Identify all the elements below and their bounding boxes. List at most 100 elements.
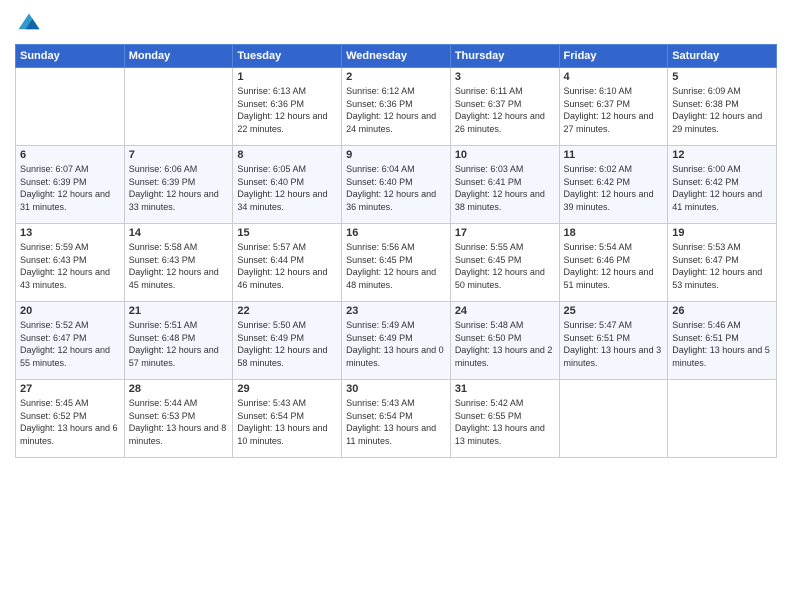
day-number: 8	[237, 149, 337, 161]
day-number: 11	[564, 149, 664, 161]
week-row-4: 27 Sunrise: 5:45 AM Sunset: 6:52 PM Dayli…	[16, 380, 777, 458]
day-number: 1	[237, 71, 337, 83]
day-info: Sunrise: 5:43 AM Sunset: 6:54 PM Dayligh…	[237, 397, 337, 447]
day-info: Sunrise: 5:53 AM Sunset: 6:47 PM Dayligh…	[672, 241, 772, 291]
header-saturday: Saturday	[668, 45, 777, 68]
day-number: 6	[20, 149, 120, 161]
day-info: Sunrise: 6:13 AM Sunset: 6:36 PM Dayligh…	[237, 85, 337, 135]
day-number: 18	[564, 227, 664, 239]
day-number: 7	[129, 149, 229, 161]
header-sunday: Sunday	[16, 45, 125, 68]
calendar-table: SundayMondayTuesdayWednesdayThursdayFrid…	[15, 44, 777, 458]
header-tuesday: Tuesday	[233, 45, 342, 68]
day-info: Sunrise: 5:59 AM Sunset: 6:43 PM Dayligh…	[20, 241, 120, 291]
day-cell: 26Sunrise: 5:46 AM Sunset: 6:51 PM Dayli…	[668, 302, 777, 380]
day-info: Sunrise: 6:12 AM Sunset: 6:36 PM Dayligh…	[346, 85, 446, 135]
day-info: Sunrise: 5:56 AM Sunset: 6:45 PM Dayligh…	[346, 241, 446, 291]
day-info: Sunrise: 6:09 AM Sunset: 6:38 PM Dayligh…	[672, 85, 772, 135]
logo	[15, 10, 47, 38]
day-cell: 30Sunrise: 5:43 AM Sunset: 6:54 PM Dayli…	[342, 380, 451, 458]
day-cell: 24Sunrise: 5:48 AM Sunset: 6:50 PM Dayli…	[450, 302, 559, 380]
day-number: 25	[564, 305, 664, 317]
day-cell	[668, 380, 777, 458]
day-info: Sunrise: 6:07 AM Sunset: 6:39 PM Dayligh…	[20, 163, 120, 213]
day-cell: 14 Sunrise: 5:58 AM Sunset: 6:43 PM Dayli…	[124, 224, 233, 302]
day-number: 4	[564, 71, 664, 83]
day-info: Sunrise: 5:45 AM Sunset: 6:52 PM Dayligh…	[20, 397, 120, 447]
day-cell: 28Sunrise: 5:44 AM Sunset: 6:53 PM Dayli…	[124, 380, 233, 458]
day-info: Sunrise: 5:52 AM Sunset: 6:47 PM Dayligh…	[20, 319, 120, 369]
header-row: SundayMondayTuesdayWednesdayThursdayFrid…	[16, 45, 777, 68]
calendar-header: SundayMondayTuesdayWednesdayThursdayFrid…	[16, 45, 777, 68]
day-number: 19	[672, 227, 772, 239]
day-cell: 4Sunrise: 6:10 AM Sunset: 6:37 PM Daylig…	[559, 68, 668, 146]
day-number: 20	[20, 305, 120, 317]
header-thursday: Thursday	[450, 45, 559, 68]
day-info: Sunrise: 6:11 AM Sunset: 6:37 PM Dayligh…	[455, 85, 555, 135]
day-info: Sunrise: 5:44 AM Sunset: 6:53 PM Dayligh…	[129, 397, 229, 447]
day-info: Sunrise: 6:00 AM Sunset: 6:42 PM Dayligh…	[672, 163, 772, 213]
day-cell: 19 Sunrise: 5:53 AM Sunset: 6:47 PM Dayli…	[668, 224, 777, 302]
day-cell: 23 Sunrise: 5:49 AM Sunset: 6:49 PM Dayli…	[342, 302, 451, 380]
day-cell: 13Sunrise: 5:59 AM Sunset: 6:43 PM Dayli…	[16, 224, 125, 302]
day-number: 29	[237, 383, 337, 395]
day-cell: 22 Sunrise: 5:50 AM Sunset: 6:49 PM Dayli…	[233, 302, 342, 380]
day-number: 14	[129, 227, 229, 239]
day-number: 21	[129, 305, 229, 317]
day-info: Sunrise: 6:03 AM Sunset: 6:41 PM Dayligh…	[455, 163, 555, 213]
week-row-2: 13Sunrise: 5:59 AM Sunset: 6:43 PM Dayli…	[16, 224, 777, 302]
day-number: 24	[455, 305, 555, 317]
day-number: 17	[455, 227, 555, 239]
day-info: Sunrise: 6:05 AM Sunset: 6:40 PM Dayligh…	[237, 163, 337, 213]
day-info: Sunrise: 5:58 AM Sunset: 6:43 PM Dayligh…	[129, 241, 229, 291]
day-cell: 17Sunrise: 5:55 AM Sunset: 6:45 PM Dayli…	[450, 224, 559, 302]
page: SundayMondayTuesdayWednesdayThursdayFrid…	[0, 0, 792, 612]
day-number: 27	[20, 383, 120, 395]
week-row-3: 20 Sunrise: 5:52 AM Sunset: 6:47 PM Dayli…	[16, 302, 777, 380]
header	[15, 10, 777, 38]
day-number: 10	[455, 149, 555, 161]
logo-icon	[15, 10, 43, 38]
day-cell: 6 Sunrise: 6:07 AM Sunset: 6:39 PM Daylig…	[16, 146, 125, 224]
day-info: Sunrise: 5:50 AM Sunset: 6:49 PM Dayligh…	[237, 319, 337, 369]
header-wednesday: Wednesday	[342, 45, 451, 68]
day-cell: 21 Sunrise: 5:51 AM Sunset: 6:48 PM Dayli…	[124, 302, 233, 380]
day-cell: 11 Sunrise: 6:02 AM Sunset: 6:42 PM Dayli…	[559, 146, 668, 224]
day-cell: 29 Sunrise: 5:43 AM Sunset: 6:54 PM Dayli…	[233, 380, 342, 458]
day-cell: 15Sunrise: 5:57 AM Sunset: 6:44 PM Dayli…	[233, 224, 342, 302]
day-info: Sunrise: 6:02 AM Sunset: 6:42 PM Dayligh…	[564, 163, 664, 213]
day-cell: 8 Sunrise: 6:05 AM Sunset: 6:40 PM Daylig…	[233, 146, 342, 224]
header-friday: Friday	[559, 45, 668, 68]
day-number: 12	[672, 149, 772, 161]
day-cell: 10 Sunrise: 6:03 AM Sunset: 6:41 PM Dayli…	[450, 146, 559, 224]
day-info: Sunrise: 5:49 AM Sunset: 6:49 PM Dayligh…	[346, 319, 446, 369]
day-info: Sunrise: 5:57 AM Sunset: 6:44 PM Dayligh…	[237, 241, 337, 291]
day-number: 3	[455, 71, 555, 83]
day-cell: 27 Sunrise: 5:45 AM Sunset: 6:52 PM Dayli…	[16, 380, 125, 458]
day-cell: 3 Sunrise: 6:11 AM Sunset: 6:37 PM Daylig…	[450, 68, 559, 146]
day-info: Sunrise: 5:43 AM Sunset: 6:54 PM Dayligh…	[346, 397, 446, 447]
week-row-0: 1 Sunrise: 6:13 AM Sunset: 6:36 PM Daylig…	[16, 68, 777, 146]
day-cell: 31 Sunrise: 5:42 AM Sunset: 6:55 PM Dayli…	[450, 380, 559, 458]
day-cell	[16, 68, 125, 146]
day-cell: 7 Sunrise: 6:06 AM Sunset: 6:39 PM Daylig…	[124, 146, 233, 224]
day-info: Sunrise: 6:04 AM Sunset: 6:40 PM Dayligh…	[346, 163, 446, 213]
day-number: 31	[455, 383, 555, 395]
day-number: 23	[346, 305, 446, 317]
day-info: Sunrise: 5:42 AM Sunset: 6:55 PM Dayligh…	[455, 397, 555, 447]
day-info: Sunrise: 5:54 AM Sunset: 6:46 PM Dayligh…	[564, 241, 664, 291]
header-monday: Monday	[124, 45, 233, 68]
day-info: Sunrise: 6:06 AM Sunset: 6:39 PM Dayligh…	[129, 163, 229, 213]
day-info: Sunrise: 5:51 AM Sunset: 6:48 PM Dayligh…	[129, 319, 229, 369]
day-cell: 16 Sunrise: 5:56 AM Sunset: 6:45 PM Dayli…	[342, 224, 451, 302]
day-number: 9	[346, 149, 446, 161]
day-number: 16	[346, 227, 446, 239]
day-cell: 9 Sunrise: 6:04 AM Sunset: 6:40 PM Daylig…	[342, 146, 451, 224]
day-number: 5	[672, 71, 772, 83]
day-number: 22	[237, 305, 337, 317]
week-row-1: 6 Sunrise: 6:07 AM Sunset: 6:39 PM Daylig…	[16, 146, 777, 224]
day-cell	[124, 68, 233, 146]
day-cell: 18 Sunrise: 5:54 AM Sunset: 6:46 PM Dayli…	[559, 224, 668, 302]
day-cell: 5 Sunrise: 6:09 AM Sunset: 6:38 PM Daylig…	[668, 68, 777, 146]
day-cell: 25Sunrise: 5:47 AM Sunset: 6:51 PM Dayli…	[559, 302, 668, 380]
